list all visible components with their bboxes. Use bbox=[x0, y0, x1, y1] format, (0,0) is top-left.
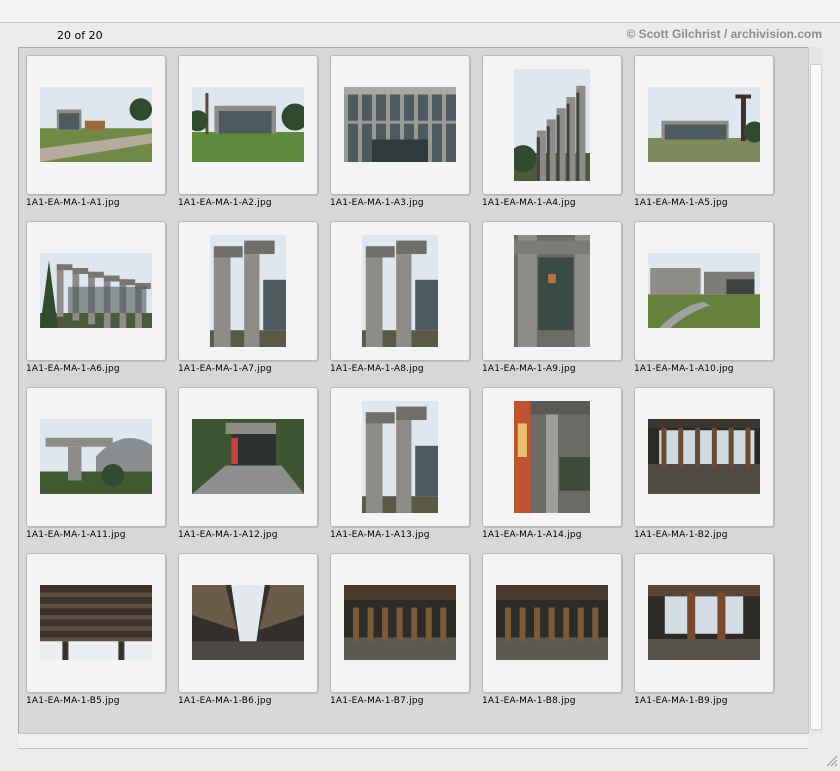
thumbnail-card[interactable] bbox=[26, 553, 166, 693]
thumbnail-filename: 1A1-EA-MA-1-A8.jpg bbox=[330, 364, 424, 374]
thumbnail-filename: 1A1-EA-MA-1-A14.jpg bbox=[482, 530, 582, 540]
thumbnail-image[interactable] bbox=[648, 87, 760, 162]
thumbnail-item[interactable]: 1A1-EA-MA-1-A4.jpg bbox=[482, 55, 622, 211]
thumbnail-item[interactable]: 1A1-EA-MA-1-B7.jpg bbox=[330, 553, 470, 709]
thumbnail-filename: 1A1-EA-MA-1-A5.jpg bbox=[634, 198, 728, 208]
thumbnail-image[interactable] bbox=[192, 419, 304, 494]
thumbnail-image[interactable] bbox=[648, 253, 760, 328]
thumbnail-image[interactable] bbox=[514, 235, 590, 347]
thumbnail-filename: 1A1-EA-MA-1-A12.jpg bbox=[178, 530, 278, 540]
thumbnail-card[interactable] bbox=[482, 221, 622, 361]
thumbnail-grid: 1A1-EA-MA-1-A1.jpg 1A1-EA-MA-1-A2.jpg 1A1-… bbox=[18, 47, 809, 734]
thumbnail-card[interactable] bbox=[330, 387, 470, 527]
thumbnail-item[interactable]: 1A1-EA-MA-1-B2.jpg bbox=[634, 387, 774, 543]
thumbnail-card[interactable] bbox=[178, 553, 318, 693]
thumbnail-filename: 1A1-EA-MA-1-A2.jpg bbox=[178, 198, 272, 208]
thumbnail-image[interactable] bbox=[210, 235, 286, 347]
thumbnail-card[interactable] bbox=[178, 221, 318, 361]
thumbnail-filename: 1A1-EA-MA-1-A11.jpg bbox=[26, 530, 126, 540]
thumbnail-item[interactable]: 1A1-EA-MA-1-A13.jpg bbox=[330, 387, 470, 543]
thumbnail-image[interactable] bbox=[192, 585, 304, 660]
thumbnail-card[interactable] bbox=[330, 221, 470, 361]
thumbnail-item[interactable]: 1A1-EA-MA-1-A6.jpg bbox=[26, 221, 166, 377]
thumbnail-filename: 1A1-EA-MA-1-B9.jpg bbox=[634, 696, 728, 706]
thumbnail-image[interactable] bbox=[40, 253, 152, 328]
thumbnail-filename: 1A1-EA-MA-1-B5.jpg bbox=[26, 696, 120, 706]
thumbnail-item[interactable]: 1A1-EA-MA-1-A9.jpg bbox=[482, 221, 622, 377]
thumbnail-item[interactable]: 1A1-EA-MA-1-A5.jpg bbox=[634, 55, 774, 211]
thumbnail-item[interactable]: 1A1-EA-MA-1-B6.jpg bbox=[178, 553, 318, 709]
thumbnail-card[interactable] bbox=[634, 387, 774, 527]
thumbnail-item[interactable]: 1A1-EA-MA-1-A12.jpg bbox=[178, 387, 318, 543]
thumbnail-filename: 1A1-EA-MA-1-A13.jpg bbox=[330, 530, 430, 540]
thumbnail-card[interactable] bbox=[26, 55, 166, 195]
thumbnail-item[interactable]: 1A1-EA-MA-1-A2.jpg bbox=[178, 55, 318, 211]
thumbnail-item[interactable]: 1A1-EA-MA-1-A8.jpg bbox=[330, 221, 470, 377]
thumbnail-item[interactable]: 1A1-EA-MA-1-B5.jpg bbox=[26, 553, 166, 709]
thumbnail-card[interactable] bbox=[634, 553, 774, 693]
thumbnail-image[interactable] bbox=[362, 235, 438, 347]
thumbnail-card[interactable] bbox=[26, 221, 166, 361]
thumbnail-filename: 1A1-EA-MA-1-A7.jpg bbox=[178, 364, 272, 374]
thumbnail-image[interactable] bbox=[648, 419, 760, 494]
thumbnail-filename: 1A1-EA-MA-1-A10.jpg bbox=[634, 364, 734, 374]
copyright-credit: © Scott Gilchrist / archivision.com bbox=[626, 27, 822, 41]
thumbnail-card[interactable] bbox=[634, 221, 774, 361]
thumbnail-filename: 1A1-EA-MA-1-A3.jpg bbox=[330, 198, 424, 208]
thumbnail-card[interactable] bbox=[634, 55, 774, 195]
thumbnail-image[interactable] bbox=[514, 401, 590, 513]
thumbnail-image[interactable] bbox=[362, 401, 438, 513]
thumbnail-image[interactable] bbox=[192, 87, 304, 162]
thumbnail-filename: 1A1-EA-MA-1-B6.jpg bbox=[178, 696, 272, 706]
header-bar: 20 of 20 © Scott Gilchrist / archivision… bbox=[0, 23, 840, 47]
thumbnail-item[interactable]: 1A1-EA-MA-1-A14.jpg bbox=[482, 387, 622, 543]
thumbnail-filename: 1A1-EA-MA-1-A1.jpg bbox=[26, 198, 120, 208]
thumbnail-image[interactable] bbox=[344, 87, 456, 162]
thumbnail-image[interactable] bbox=[496, 585, 608, 660]
vertical-scroll-thumb[interactable] bbox=[810, 64, 822, 730]
thumbnail-image[interactable] bbox=[40, 585, 152, 660]
thumbnail-image[interactable] bbox=[40, 87, 152, 162]
thumbnail-card[interactable] bbox=[26, 387, 166, 527]
thumbnail-filename: 1A1-EA-MA-1-B2.jpg bbox=[634, 530, 728, 540]
thumbnail-filename: 1A1-EA-MA-1-A6.jpg bbox=[26, 364, 120, 374]
thumbnail-filename: 1A1-EA-MA-1-A9.jpg bbox=[482, 364, 576, 374]
thumbnail-filename: 1A1-EA-MA-1-B8.jpg bbox=[482, 696, 576, 706]
thumbnail-card[interactable] bbox=[482, 553, 622, 693]
thumbnail-card[interactable] bbox=[178, 55, 318, 195]
thumbnail-filename: 1A1-EA-MA-1-B7.jpg bbox=[330, 696, 424, 706]
image-counter: 20 of 20 bbox=[57, 29, 103, 42]
resize-grip-icon[interactable] bbox=[824, 752, 838, 767]
thumbnail-item[interactable]: 1A1-EA-MA-1-A1.jpg bbox=[26, 55, 166, 211]
thumbnail-item[interactable]: 1A1-EA-MA-1-A11.jpg bbox=[26, 387, 166, 543]
thumbnail-card[interactable] bbox=[330, 553, 470, 693]
thumbnail-item[interactable]: 1A1-EA-MA-1-A3.jpg bbox=[330, 55, 470, 211]
thumbnail-image[interactable] bbox=[648, 585, 760, 660]
thumbnail-card[interactable] bbox=[482, 55, 622, 195]
thumbnail-image[interactable] bbox=[40, 419, 152, 494]
thumbnail-image[interactable] bbox=[344, 585, 456, 660]
thumbnail-card[interactable] bbox=[482, 387, 622, 527]
horizontal-scrollbar[interactable] bbox=[18, 733, 808, 749]
thumbnail-item[interactable]: 1A1-EA-MA-1-B8.jpg bbox=[482, 553, 622, 709]
thumbnail-item[interactable]: 1A1-EA-MA-1-B9.jpg bbox=[634, 553, 774, 709]
window-top-strip bbox=[0, 0, 840, 23]
thumbnail-filename: 1A1-EA-MA-1-A4.jpg bbox=[482, 198, 576, 208]
thumbnail-card[interactable] bbox=[330, 55, 470, 195]
thumbnail-card[interactable] bbox=[178, 387, 318, 527]
thumbnail-image[interactable] bbox=[514, 69, 590, 181]
thumbnail-item[interactable]: 1A1-EA-MA-1-A7.jpg bbox=[178, 221, 318, 377]
thumbnail-item[interactable]: 1A1-EA-MA-1-A10.jpg bbox=[634, 221, 774, 377]
